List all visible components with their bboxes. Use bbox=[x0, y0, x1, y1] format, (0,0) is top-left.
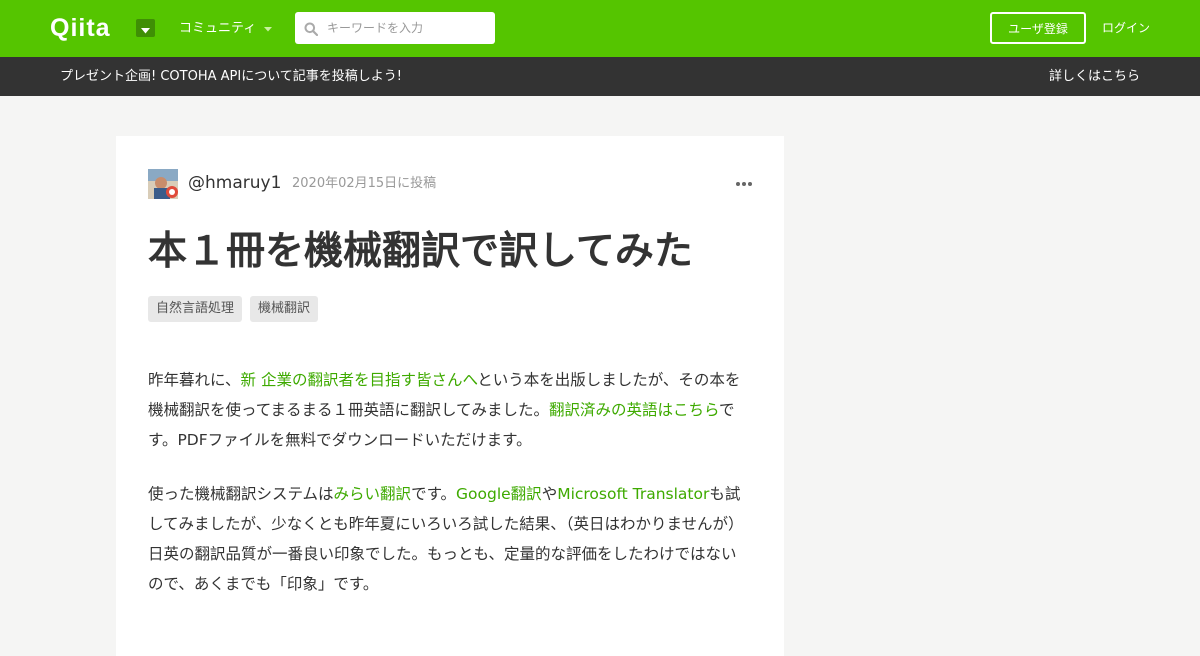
body-text: 使った機械翻訳システムは bbox=[148, 485, 334, 503]
announcement-text: プレゼント企画! COTOHA APIについて記事を投稿しよう! bbox=[60, 69, 403, 84]
signup-button[interactable]: ユーザ登録 bbox=[990, 12, 1086, 44]
mirai-translate-link[interactable]: みらい翻訳 bbox=[334, 485, 412, 503]
translation-link[interactable]: 翻訳済みの英語はこちら bbox=[549, 401, 719, 419]
search-box bbox=[295, 12, 495, 44]
microsoft-translator-link[interactable]: Microsoft Translator bbox=[557, 485, 709, 503]
article-body: 昨年暮れに、新 企業の翻訳者を目指す皆さんへという本を出版しましたが、その本を機… bbox=[148, 365, 752, 623]
login-link[interactable]: ログイン bbox=[1102, 19, 1150, 37]
article-card: @hmaruy1 2020年02月15日に投稿 本１冊を機械翻訳で訳してみた 自… bbox=[116, 136, 784, 656]
search-input[interactable] bbox=[327, 12, 487, 44]
author-avatar[interactable] bbox=[148, 169, 178, 199]
more-options-icon[interactable] bbox=[734, 176, 754, 192]
logo-text: Qiita bbox=[50, 14, 111, 42]
book-link[interactable]: 新 企業の翻訳者を目指す皆さんへ bbox=[241, 371, 478, 389]
body-text: や bbox=[541, 485, 558, 503]
tag[interactable]: 自然言語処理 bbox=[148, 296, 243, 322]
caret-down-icon bbox=[141, 19, 150, 38]
global-header: Qiita コミュニティ ユーザ登録 ログイン bbox=[0, 0, 1200, 57]
announcement-bar: プレゼント企画! COTOHA APIについて記事を投稿しよう! 詳しくはこちら bbox=[0, 57, 1200, 96]
posted-date: 2020年02月15日に投稿 bbox=[292, 176, 437, 191]
paragraph: 昨年暮れに、新 企業の翻訳者を目指す皆さんへという本を出版しましたが、その本を機… bbox=[148, 365, 752, 455]
logo-dropdown-button[interactable] bbox=[136, 19, 155, 37]
author-username[interactable]: @hmaruy1 bbox=[188, 172, 281, 194]
body-text: 昨年暮れに、 bbox=[148, 371, 241, 389]
search-icon bbox=[304, 21, 319, 37]
google-translate-link[interactable]: Google翻訳 bbox=[456, 485, 542, 503]
body-text: です。 bbox=[411, 485, 457, 503]
tag-list: 自然言語処理 機械翻訳 bbox=[148, 296, 319, 322]
chevron-down-icon bbox=[264, 20, 273, 38]
community-menu[interactable]: コミュニティ bbox=[179, 20, 273, 38]
tag[interactable]: 機械翻訳 bbox=[250, 296, 319, 322]
announcement-details-link[interactable]: 詳しくはこちら bbox=[1049, 68, 1140, 85]
paragraph: 使った機械翻訳システムはみらい翻訳です。Google翻訳やMicrosoft T… bbox=[148, 479, 752, 599]
article-title: 本１冊を機械翻訳で訳してみた bbox=[148, 229, 693, 274]
community-label: コミュニティ bbox=[179, 21, 257, 36]
qiita-logo[interactable]: Qiita bbox=[50, 14, 111, 42]
